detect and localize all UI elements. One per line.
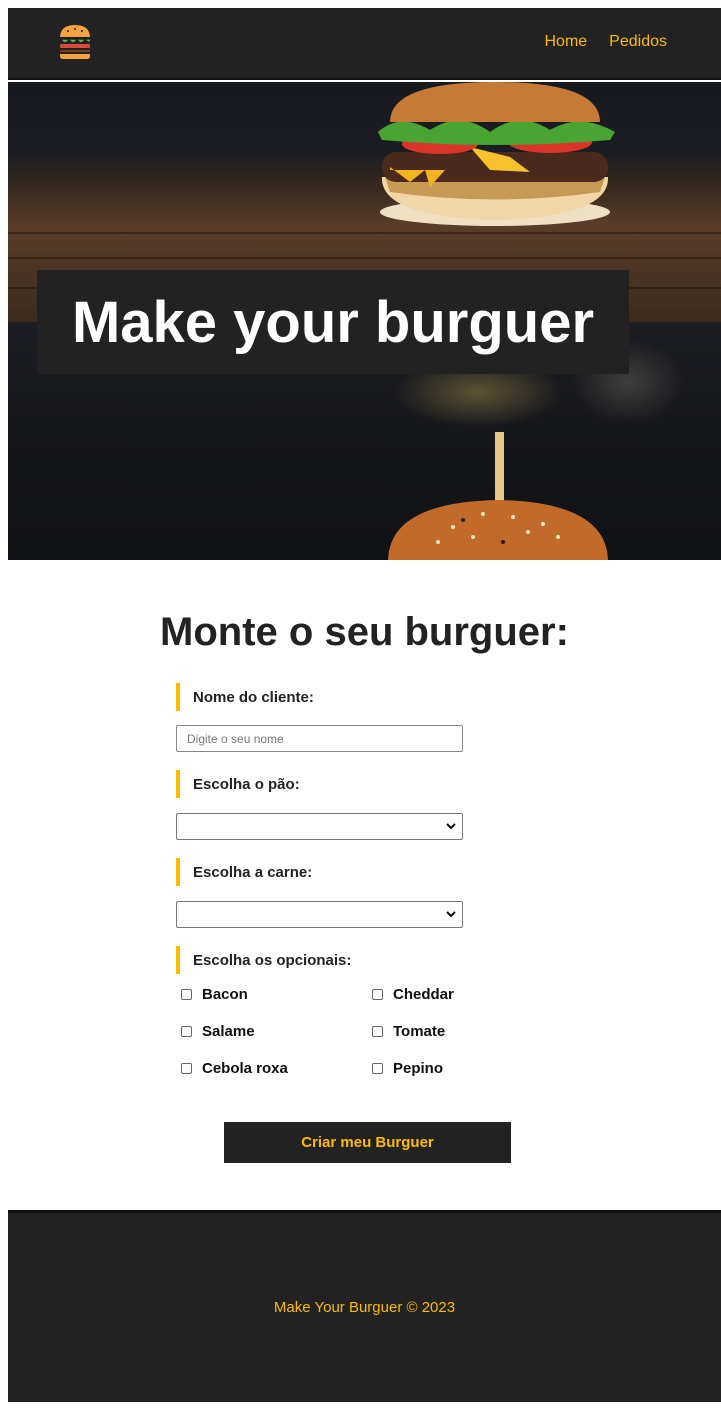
option-tomate[interactable]: Tomate: [372, 1021, 532, 1042]
option-cebola-roxa[interactable]: Cebola roxa: [181, 1058, 372, 1079]
nav-link-home[interactable]: Home: [544, 33, 587, 51]
options-label: Escolha os opcionais:: [176, 946, 466, 974]
burger-photo-bottom: [388, 432, 608, 560]
option-label: Tomate: [393, 1023, 446, 1040]
option-label: Salame: [202, 1023, 255, 1040]
checkbox[interactable]: [372, 1063, 383, 1074]
option-label: Bacon: [202, 986, 248, 1003]
option-pepino[interactable]: Pepino: [372, 1058, 532, 1079]
name-label: Nome do cliente:: [176, 683, 466, 711]
option-salame[interactable]: Salame: [181, 1021, 372, 1042]
wood-grain: [8, 232, 721, 234]
footer: Make Your Burguer © 2023: [8, 1210, 721, 1402]
footer-copyright: Make Your Burguer © 2023: [273, 1299, 456, 1316]
option-label: Cebola roxa: [202, 1060, 288, 1077]
meat-group: Escolha a carne:: [176, 858, 466, 928]
hero-banner: Make your burguer: [8, 82, 721, 560]
checkbox[interactable]: [181, 1063, 192, 1074]
name-group: Nome do cliente:: [176, 683, 466, 752]
options-group: Escolha os opcionais: Bacon Cheddar Sala…: [176, 946, 466, 1079]
burger-logo-icon[interactable]: [56, 22, 94, 62]
checkbox[interactable]: [181, 989, 192, 1000]
submit-button[interactable]: Criar meu Burguer: [224, 1122, 511, 1163]
hero-title-box: Make your burguer: [37, 270, 629, 374]
page: Home Pedidos Make your burguer Monte o s…: [8, 8, 721, 1402]
option-label: Cheddar: [393, 986, 454, 1003]
checkbox[interactable]: [181, 1026, 192, 1037]
wood-grain: [8, 257, 721, 259]
meat-select[interactable]: [176, 901, 463, 928]
bread-select[interactable]: [176, 813, 463, 840]
option-cheddar[interactable]: Cheddar: [372, 984, 532, 1005]
page-title: Monte o seu burguer:: [160, 610, 569, 654]
option-label: Pepino: [393, 1060, 444, 1077]
option-bacon[interactable]: Bacon: [181, 984, 372, 1005]
customer-name-input[interactable]: [176, 725, 463, 752]
checkbox[interactable]: [372, 1026, 383, 1037]
checkbox[interactable]: [372, 989, 383, 1000]
hero-title: Make your burguer: [71, 289, 595, 355]
nav-link-pedidos[interactable]: Pedidos: [609, 33, 667, 51]
nav-links: Home Pedidos: [544, 33, 667, 51]
meat-label: Escolha a carne:: [176, 858, 466, 886]
burger-photo-top: [378, 82, 615, 226]
chevron-down-icon: [446, 823, 456, 830]
navbar: Home Pedidos: [8, 8, 721, 80]
bread-group: Escolha o pão:: [176, 770, 466, 840]
chevron-down-icon: [446, 911, 456, 918]
bread-label: Escolha o pão:: [176, 770, 466, 798]
options-grid: Bacon Cheddar Salame Tomate Cebola roxa: [176, 984, 466, 1079]
burger-form: Nome do cliente: Escolha o pão: Escolha …: [176, 683, 466, 1097]
